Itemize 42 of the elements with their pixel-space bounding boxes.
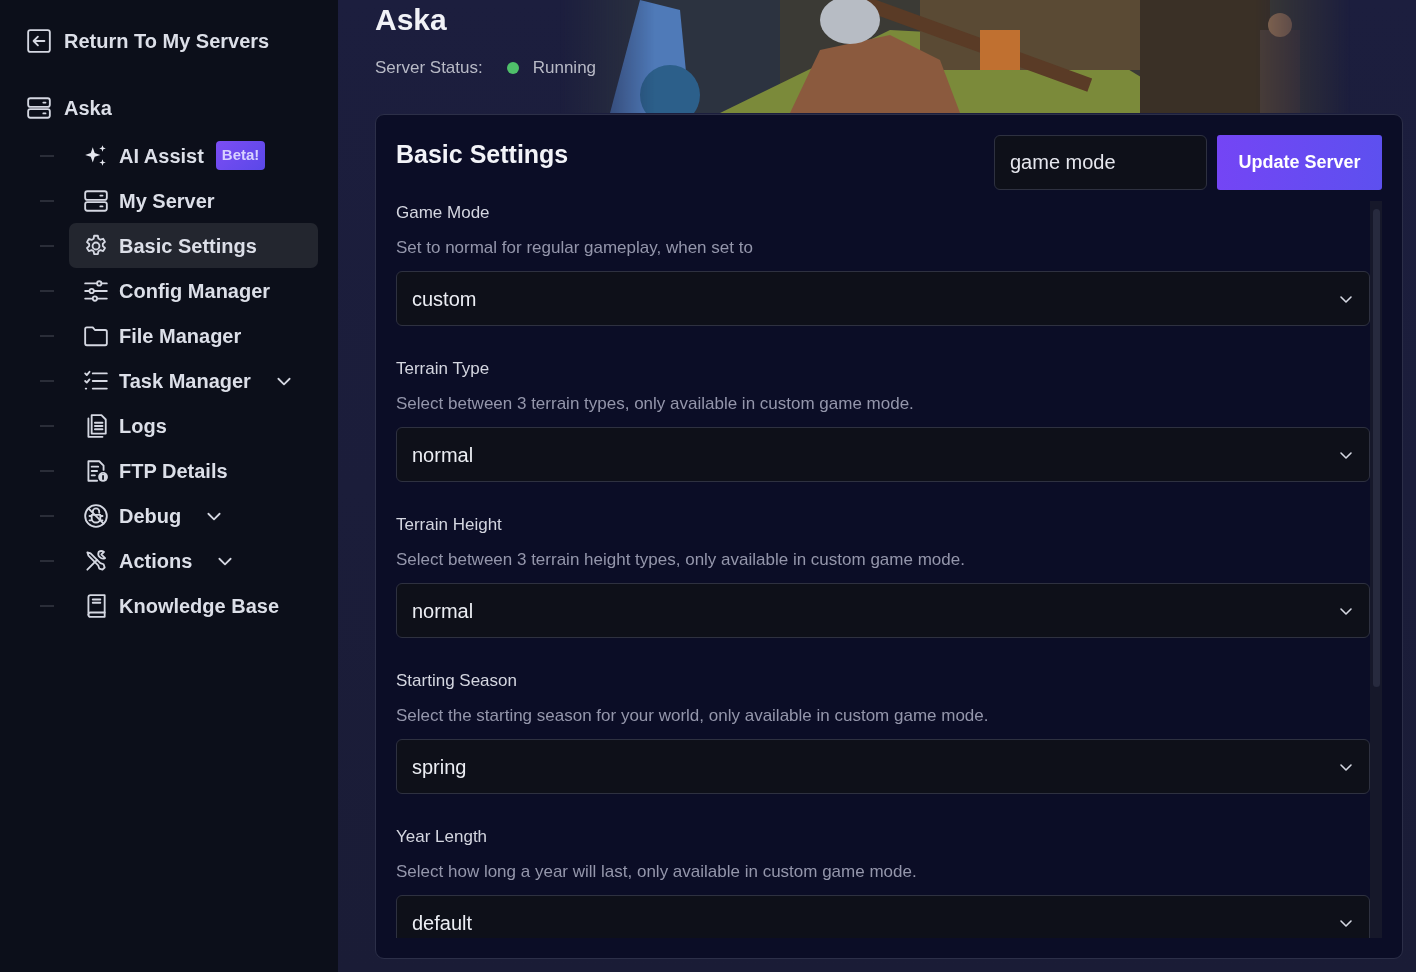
- field-description: Set to normal for regular gameplay, when set to: [396, 237, 754, 259]
- field-label: Year Length: [396, 826, 489, 848]
- scrollbar[interactable]: [1370, 201, 1382, 938]
- sidebar-item[interactable]: Debug: [69, 493, 318, 538]
- page-title: Aska: [375, 2, 447, 38]
- server-icon: [26, 95, 52, 121]
- tools-icon: [83, 547, 109, 574]
- sidebar-item[interactable]: Task Manager: [69, 358, 318, 403]
- sidebar-item[interactable]: FTP Details: [69, 448, 318, 493]
- beta-badge: Beta!: [215, 141, 266, 170]
- sidebar-item[interactable]: Actions: [69, 538, 318, 583]
- field-description: Select how long a year will last, only available in custom game mode.: [396, 861, 918, 883]
- sidebar-item[interactable]: Knowledge Base: [69, 583, 318, 628]
- sidebar-item[interactable]: Basic Settings: [69, 223, 318, 268]
- bug-off-icon: [83, 502, 109, 529]
- field-description: Select between 3 terrain types, only available in custom game mode.: [396, 393, 915, 415]
- select-field[interactable]: spring: [396, 739, 1370, 794]
- sidebar-item[interactable]: Logs: [69, 403, 318, 448]
- select-field[interactable]: normal: [396, 583, 1370, 638]
- select-field[interactable]: custom: [396, 271, 1370, 326]
- sidebar-item[interactable]: Config Manager: [69, 268, 318, 313]
- field-description: Select the starting season for your world, only available in custom game mode.: [396, 705, 990, 727]
- status-value: Running: [532, 57, 597, 79]
- server-name: Aska: [64, 96, 112, 121]
- status-label: Server Status:: [375, 57, 483, 79]
- panel-title: Basic Settings: [396, 139, 569, 169]
- field-label: Starting Season: [396, 670, 518, 692]
- sparkle-icon: [83, 142, 109, 169]
- select-field[interactable]: default: [396, 895, 1370, 938]
- sliders-icon: [83, 277, 109, 304]
- field-description: Select between 3 terrain height types, only available in custom game mode.: [396, 549, 966, 571]
- sidebar-item[interactable]: AI Assist Beta!: [69, 133, 318, 178]
- update-server-button[interactable]: Update Server: [1217, 135, 1382, 190]
- field-label: Terrain Height: [396, 514, 503, 536]
- sidebar-item[interactable]: My Server: [69, 178, 318, 223]
- server-icon: [83, 187, 109, 214]
- search-field[interactable]: game mode: [994, 135, 1207, 190]
- back-link[interactable]: Return To My Servers: [26, 26, 318, 56]
- field-label: Terrain Type: [396, 358, 491, 380]
- field-label: Game Mode: [396, 202, 491, 224]
- select-field[interactable]: normal: [396, 427, 1370, 482]
- sidebar-item[interactable]: File Manager: [69, 313, 318, 358]
